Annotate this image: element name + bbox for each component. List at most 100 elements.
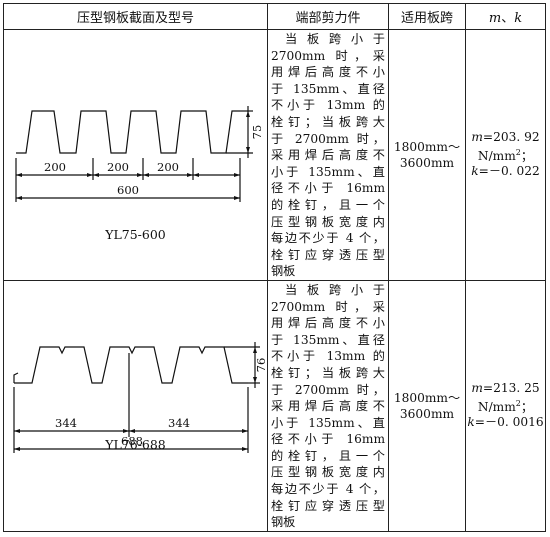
arrow-mark <box>187 173 193 177</box>
shear-line: 钢板 <box>271 515 296 530</box>
arrow-mark <box>93 173 99 177</box>
header-section: 压型钢板截面及型号 <box>3 3 268 30</box>
shear-line: 2700mm 时，采 <box>271 299 385 314</box>
header-row: 压型钢板截面及型号 端部剪力件 适用板跨 m、k <box>3 3 546 30</box>
profile-yl76-688-diagram: 344 344 688 76 <box>13 341 268 453</box>
shear-line: 于 135mm、直径 <box>271 81 385 96</box>
shear-line: 用焊后高度不小 <box>271 316 385 331</box>
arrow-mark <box>137 173 143 177</box>
shear-line: 每边不少于 4 个， <box>271 482 385 497</box>
dim-rib-2: 344 <box>168 416 190 430</box>
m-symbol: m <box>471 130 483 145</box>
span-line-2: 3600mm <box>399 406 455 421</box>
shear-line: 于 2700mm 时， <box>271 382 385 397</box>
shear-line: 当板跨小于 <box>285 282 385 297</box>
span-cell: 1800mm～ 3600mm <box>388 29 466 281</box>
unit-separator: ； <box>520 400 534 415</box>
header-k: k <box>514 11 523 26</box>
shear-line: 小于 135mm、直 <box>271 164 385 179</box>
m-number: =213. 25 <box>482 381 540 396</box>
shear-line: 压型钢板宽度内 <box>271 465 385 480</box>
arrow-mark <box>246 111 250 117</box>
span-line-1: 1800mm～ <box>393 390 461 405</box>
shear-line: 径不小于 16mm <box>271 432 385 447</box>
arrow-mark <box>246 147 250 153</box>
span-line-1: 1800mm～ <box>393 139 461 154</box>
header-span: 适用板跨 <box>388 3 466 30</box>
dim-total: 600 <box>117 183 139 197</box>
k-number: =－0. 0016 <box>474 415 544 430</box>
unit-base: N/mm <box>477 149 516 164</box>
mk-cell: m=213. 25 N/mm2； k=－0. 0016 <box>465 279 546 532</box>
shear-cell: 当板跨小于 2700mm 时，采 用焊后高度不小 于 135mm、直径 不小于 … <box>267 279 389 532</box>
k-value: k=－0. 022 <box>466 164 545 179</box>
dim-rib-1: 200 <box>44 160 66 174</box>
arrow-mark <box>253 376 257 383</box>
shear-line: 的栓钉，且一个 <box>271 197 385 212</box>
shear-line: 的栓钉，且一个 <box>271 448 385 463</box>
k-symbol: k <box>467 415 475 430</box>
shear-line: 栓钉应穿透压型 <box>271 247 385 262</box>
header-sep: 、 <box>501 11 515 26</box>
profile-drawing: 200 200 200 600 75 YL75-600 <box>4 30 267 280</box>
unit: N/mm2； <box>466 145 545 164</box>
shear-cell: 当板跨小于 2700mm 时，采 用焊后高度不小 于 135mm、直径 不小于 … <box>267 29 389 281</box>
arrow-mark <box>123 428 129 433</box>
span-line-2: 3600mm <box>399 155 455 170</box>
dim-height: 75 <box>250 125 264 140</box>
arrow-mark <box>87 173 93 177</box>
shear-line: 采用焊后高度不 <box>271 148 385 163</box>
shear-line: 钢板 <box>271 264 296 279</box>
dim-rib-1: 344 <box>55 416 77 430</box>
shear-line: 采用焊后高度不 <box>271 399 385 414</box>
profile-drawing: 344 344 688 76 YL76-688 <box>4 281 268 531</box>
model-label: YL76-688 <box>105 436 166 452</box>
arrow-mark <box>16 173 22 177</box>
deck-profile-line <box>14 346 248 384</box>
shear-line: 每边不少于 4 个， <box>271 231 385 246</box>
section-cell: 344 344 688 76 YL76-688 <box>3 279 268 532</box>
header-shear-connector: 端部剪力件 <box>267 3 389 30</box>
span-cell: 1800mm～ 3600mm <box>388 279 466 532</box>
table-row: 344 344 688 76 YL76-688 当板跨小于 2700mm 时，采… <box>3 279 546 532</box>
arrow-mark <box>16 196 22 200</box>
model-label: YL75-600 <box>105 227 166 242</box>
arrow-mark <box>253 346 257 353</box>
header-m-k: m、k <box>465 3 546 30</box>
shear-line: 当板跨小于 <box>285 32 385 46</box>
arrow-mark <box>129 428 135 433</box>
deck-profile-line <box>16 110 240 154</box>
m-value: m=213. 25 <box>466 381 545 396</box>
shear-line: 于 135mm、直径 <box>271 332 385 347</box>
m-number: =203. 92 <box>482 130 540 145</box>
section-cell: 200 200 200 600 75 YL75-600 <box>3 29 268 281</box>
arrow-mark <box>193 173 199 177</box>
shear-line: 栓钉；当板跨大 <box>271 365 385 380</box>
shear-line: 不小于 13mm 的 <box>271 349 385 364</box>
k-value: k=－0. 0016 <box>466 415 545 430</box>
shear-line: 不小于 13mm 的 <box>271 98 385 113</box>
dim-rib-2: 200 <box>107 160 129 174</box>
unit-base: N/mm <box>477 400 516 415</box>
arrow-mark <box>14 428 20 433</box>
shear-line: 压型钢板宽度内 <box>271 214 385 229</box>
mk-cell: m=203. 92 N/mm2； k=－0. 022 <box>465 29 546 281</box>
unit-separator: ； <box>520 149 534 164</box>
arrow-mark <box>143 173 149 177</box>
shear-line: 用焊后高度不小 <box>271 65 385 80</box>
shear-line: 栓钉应穿透压型 <box>271 498 385 513</box>
shear-line: 径不小于 16mm <box>271 181 385 196</box>
shear-line: 栓钉；当板跨大 <box>271 114 385 129</box>
arrow-mark <box>234 196 240 200</box>
k-symbol: k <box>471 164 479 179</box>
k-number: =－0. 022 <box>478 164 540 179</box>
shear-text: 当板跨小于 2700mm 时，采 用焊后高度不小 于 135mm、直径 不小于 … <box>268 281 388 531</box>
unit: N/mm2； <box>466 396 545 415</box>
shear-line: 于 2700mm 时， <box>271 131 385 146</box>
m-value: m=203. 92 <box>466 130 545 145</box>
dim-rib-3: 200 <box>157 160 179 174</box>
shear-text: 当板跨小于 2700mm 时，采 用焊后高度不小 于 135mm、直径 不小于 … <box>268 30 388 280</box>
header-m: m <box>488 11 502 26</box>
shear-line: 小于 135mm、直 <box>271 415 385 430</box>
m-symbol: m <box>471 381 483 396</box>
